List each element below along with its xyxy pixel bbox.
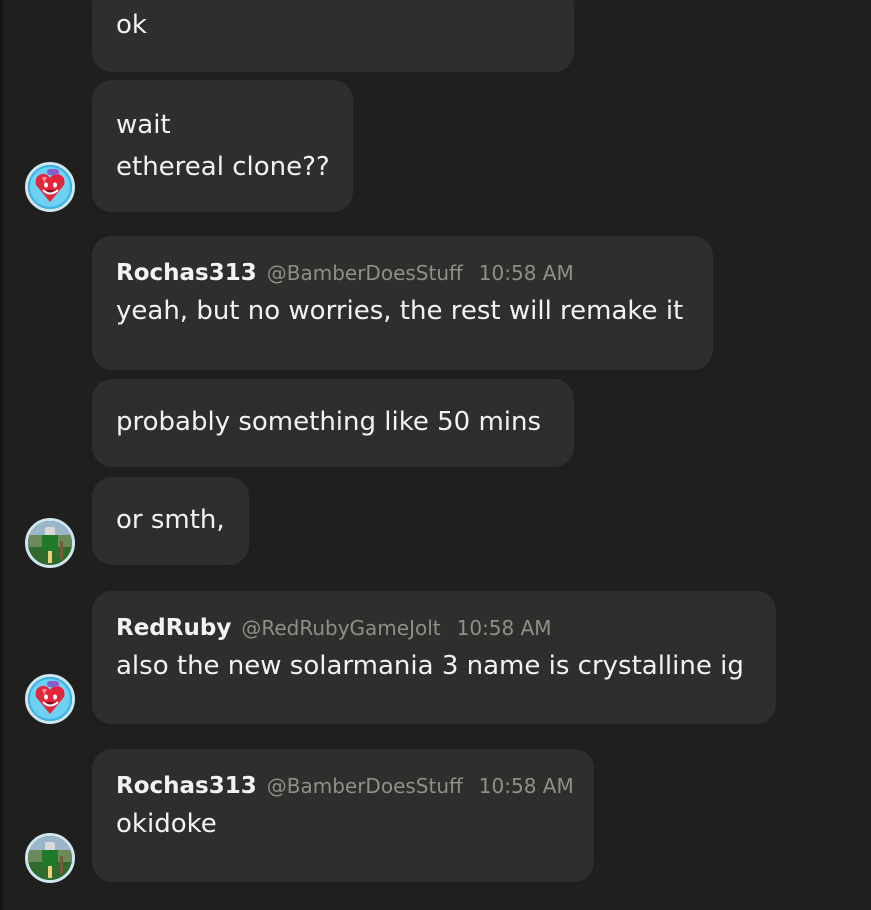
message-timestamp: 10:58 AM [478,261,574,285]
ruby-heart-avatar-icon[interactable] [25,162,75,212]
message-timestamp: 10:58 AM [478,774,574,798]
author-name[interactable]: RedRuby [116,615,231,641]
message-bubble[interactable]: RedRuby @RedRubyGameJolt 10:58 AM also t… [92,591,776,724]
green-character-avatar-icon[interactable] [25,833,75,883]
message-bubble[interactable]: ok [92,0,574,72]
message-bubble[interactable]: Rochas313 @BamberDoesStuff 10:58 AM yeah… [92,236,713,370]
message-bubble[interactable]: or smth, [92,477,249,565]
message-text: ok [116,10,147,40]
message-bubble[interactable]: probably something like 50 mins [92,379,574,467]
author-handle[interactable]: @BamberDoesStuff [267,774,463,798]
message-text: ethereal clone?? [116,152,330,182]
message-timestamp: 10:58 AM [456,616,552,640]
scroll-edge-divider [0,0,3,910]
message-header: Rochas313 @BamberDoesStuff 10:58 AM [116,773,574,799]
message-text: yeah, but no worries, the rest will rema… [116,296,684,326]
author-name[interactable]: Rochas313 [116,260,257,286]
message-header: Rochas313 @BamberDoesStuff 10:58 AM [116,260,689,286]
message-bubble[interactable]: wait ethereal clone?? [92,80,353,212]
green-character-avatar-icon[interactable] [25,518,75,568]
message-text: or smth, [116,505,225,535]
message-bubble[interactable]: Rochas313 @BamberDoesStuff 10:58 AM okid… [92,749,594,882]
message-text: okidoke [116,809,217,839]
ruby-heart-avatar-icon[interactable] [25,674,75,724]
message-header: RedRuby @RedRubyGameJolt 10:58 AM [116,615,752,641]
message-text: probably something like 50 mins [116,407,542,437]
author-handle[interactable]: @BamberDoesStuff [267,261,463,285]
author-handle[interactable]: @RedRubyGameJolt [241,616,440,640]
author-name[interactable]: Rochas313 [116,773,257,799]
message-text: also the new solarmania 3 name is crysta… [116,651,744,681]
chat-message-list[interactable]: ok wait ethereal clone?? Rochas313 @Bamb… [0,0,871,910]
message-text: wait [116,110,171,140]
